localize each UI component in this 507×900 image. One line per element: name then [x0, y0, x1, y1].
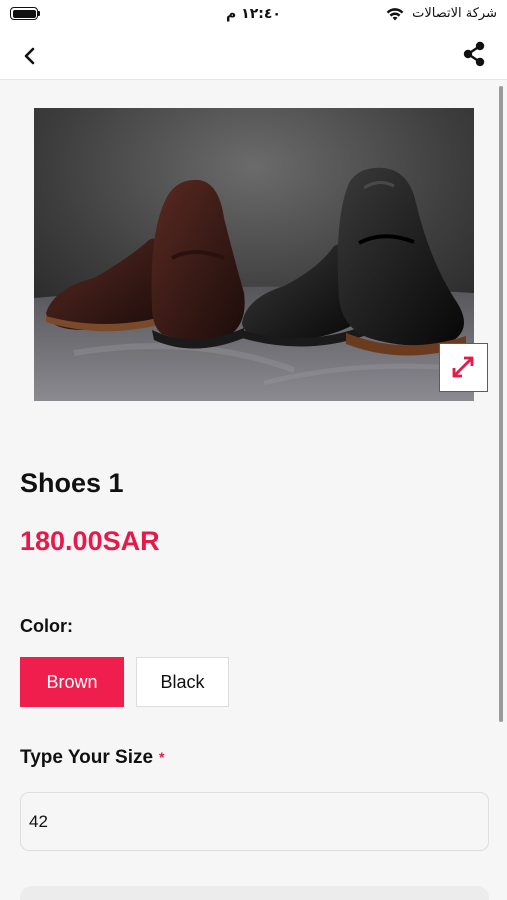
wifi-icon — [386, 8, 404, 21]
product-image[interactable] — [34, 108, 474, 401]
required-mark: * — [159, 749, 165, 765]
share-button[interactable] — [459, 39, 489, 69]
color-option-brown[interactable]: Brown — [20, 657, 124, 707]
scrollbar[interactable] — [499, 86, 503, 722]
expand-image-button[interactable] — [439, 343, 488, 392]
nav-bar — [0, 30, 507, 80]
next-section-card — [20, 886, 489, 900]
back-button[interactable] — [14, 40, 46, 72]
carrier-name: شركة الاتصالات — [412, 6, 497, 21]
expand-arrows-icon — [452, 356, 474, 378]
size-label: Type Your Size * — [20, 747, 165, 769]
color-option-black[interactable]: Black — [136, 657, 229, 707]
product-title: Shoes 1 — [20, 468, 124, 498]
shoes-photo — [34, 108, 474, 401]
size-label-text: Type Your Size — [20, 747, 154, 768]
size-input[interactable] — [20, 792, 489, 851]
color-label: Color: — [20, 616, 73, 636]
chevron-left-icon — [24, 47, 35, 65]
status-bar: ١٢:٤٠ م شركة الاتصالات — [0, 0, 507, 30]
share-icon — [463, 41, 485, 67]
product-price: 180.00SAR — [20, 526, 160, 556]
